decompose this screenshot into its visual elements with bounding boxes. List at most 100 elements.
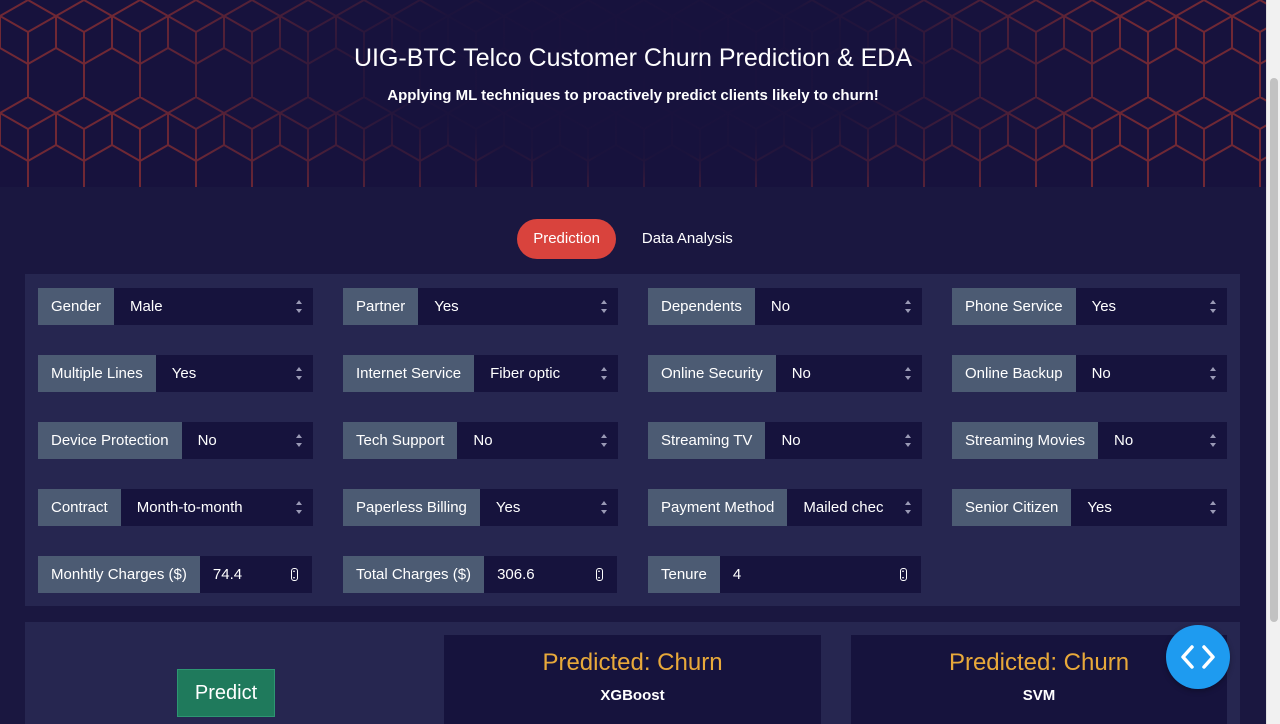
dependents-field: Dependents No [648, 288, 922, 325]
tenure-field: Tenure 4 [648, 556, 921, 593]
contract-label: Contract [38, 489, 121, 526]
monthly-charges-value: 74.4 [212, 566, 243, 583]
streaming-movies-value: No [1114, 432, 1134, 449]
total-charges-input[interactable]: 306.6 [484, 556, 617, 593]
tenure-value: 4 [732, 566, 742, 583]
select-arrows-icon [600, 300, 608, 313]
contract-field: Contract Month-to-month [38, 489, 313, 526]
internet-service-value: Fiber optic [490, 365, 561, 382]
predict-button[interactable]: Predict [177, 669, 275, 717]
senior-citizen-select[interactable]: Yes [1071, 489, 1227, 526]
phone-service-select[interactable]: Yes [1075, 288, 1227, 325]
payment-method-value: Mailed chec [803, 499, 884, 516]
online-backup-label: Online Backup [952, 355, 1076, 392]
device-protection-value: No [197, 432, 217, 449]
gender-label: Gender [38, 288, 115, 325]
internet-service-select[interactable]: Fiber optic [474, 355, 618, 392]
select-arrows-icon [1209, 367, 1217, 380]
dependents-label: Dependents [648, 288, 755, 325]
gender-select[interactable]: Male [114, 288, 313, 325]
model-name: SVM [1022, 687, 1056, 704]
multiple-lines-label: Multiple Lines [38, 355, 156, 392]
streaming-tv-select[interactable]: No [765, 422, 922, 459]
multiple-lines-select[interactable]: Yes [155, 355, 313, 392]
online-security-value: No [791, 365, 811, 382]
monthly-charges-input[interactable]: 74.4 [199, 556, 312, 593]
streaming-tv-label: Streaming TV [648, 422, 766, 459]
phone-service-field: Phone Service Yes [952, 288, 1227, 325]
code-toggle-button[interactable] [1166, 625, 1230, 689]
select-arrows-icon [1209, 501, 1217, 514]
prediction-result: Predicted: Churn [542, 649, 723, 676]
number-spinner-icon[interactable] [291, 568, 298, 581]
number-spinner-icon[interactable] [900, 568, 907, 581]
streaming-tv-field: Streaming TV No [648, 422, 922, 459]
select-arrows-icon [904, 367, 912, 380]
tab-prediction[interactable]: Prediction [517, 219, 616, 259]
partner-select[interactable]: Yes [418, 288, 618, 325]
internet-service-label: Internet Service [343, 355, 475, 392]
select-arrows-icon [904, 501, 912, 514]
gender-field: Gender Male [38, 288, 313, 325]
device-protection-field: Device Protection No [38, 422, 313, 459]
partner-value: Yes [434, 298, 459, 315]
phone-service-label: Phone Service [952, 288, 1076, 325]
total-charges-value: 306.6 [497, 566, 535, 583]
tab-bar: Prediction Data Analysis [0, 219, 1266, 259]
paperless-billing-select[interactable]: Yes [479, 489, 618, 526]
tenure-input[interactable]: 4 [719, 556, 921, 593]
gender-value: Male [130, 298, 163, 315]
partner-field: Partner Yes [343, 288, 618, 325]
payment-method-select[interactable]: Mailed chec [787, 489, 922, 526]
select-arrows-icon [295, 434, 303, 447]
streaming-movies-select[interactable]: No [1098, 422, 1227, 459]
result-card-xgboost: Predicted: Churn XGBoost [444, 635, 821, 724]
select-arrows-icon [904, 434, 912, 447]
multiple-lines-value: Yes [171, 365, 197, 382]
online-backup-value: No [1091, 365, 1111, 382]
payment-method-field: Payment Method Mailed chec [648, 489, 922, 526]
page-subtitle: Applying ML techniques to proactively pr… [387, 87, 879, 104]
vertical-scrollbar[interactable] [1266, 0, 1280, 724]
tab-data-analysis[interactable]: Data Analysis [626, 219, 749, 259]
senior-citizen-field: Senior Citizen Yes [952, 489, 1227, 526]
online-security-field: Online Security No [648, 355, 922, 392]
senior-citizen-label: Senior Citizen [952, 489, 1072, 526]
internet-service-field: Internet Service Fiber optic [343, 355, 618, 392]
multiple-lines-field: Multiple Lines Yes [38, 355, 313, 392]
online-backup-select[interactable]: No [1075, 355, 1227, 392]
total-charges-label: Total Charges ($) [343, 556, 485, 593]
monthly-charges-label: Monhtly Charges ($) [38, 556, 200, 593]
online-backup-field: Online Backup No [952, 355, 1227, 392]
number-spinner-icon[interactable] [596, 568, 603, 581]
dependents-value: No [770, 298, 791, 315]
total-charges-field: Total Charges ($) 306.6 [343, 556, 617, 593]
online-security-select[interactable]: No [775, 355, 922, 392]
page-title: UIG-BTC Telco Customer Churn Prediction … [353, 44, 913, 72]
dependents-select[interactable]: No [754, 288, 922, 325]
contract-value: Month-to-month [136, 499, 243, 516]
streaming-movies-label: Streaming Movies [952, 422, 1099, 459]
tech-support-value: No [473, 432, 493, 449]
select-arrows-icon [600, 367, 608, 380]
tech-support-label: Tech Support [343, 422, 458, 459]
contract-select[interactable]: Month-to-month [120, 489, 313, 526]
code-brackets-icon [1181, 645, 1215, 669]
paperless-billing-value: Yes [495, 499, 521, 516]
monthly-charges-field: Monhtly Charges ($) 74.4 [38, 556, 312, 593]
partner-label: Partner [343, 288, 419, 325]
phone-service-value: Yes [1091, 298, 1117, 315]
online-security-label: Online Security [648, 355, 776, 392]
device-protection-label: Device Protection [38, 422, 182, 459]
hero-banner: UIG-BTC Telco Customer Churn Prediction … [0, 0, 1266, 187]
paperless-billing-label: Paperless Billing [343, 489, 480, 526]
payment-method-label: Payment Method [648, 489, 788, 526]
streaming-movies-field: Streaming Movies No [952, 422, 1227, 459]
select-arrows-icon [295, 367, 303, 380]
scrollbar-thumb[interactable] [1270, 78, 1278, 622]
select-arrows-icon [1209, 300, 1217, 313]
device-protection-select[interactable]: No [181, 422, 313, 459]
select-arrows-icon [1209, 434, 1217, 447]
select-arrows-icon [904, 300, 912, 313]
tech-support-select[interactable]: No [457, 422, 618, 459]
